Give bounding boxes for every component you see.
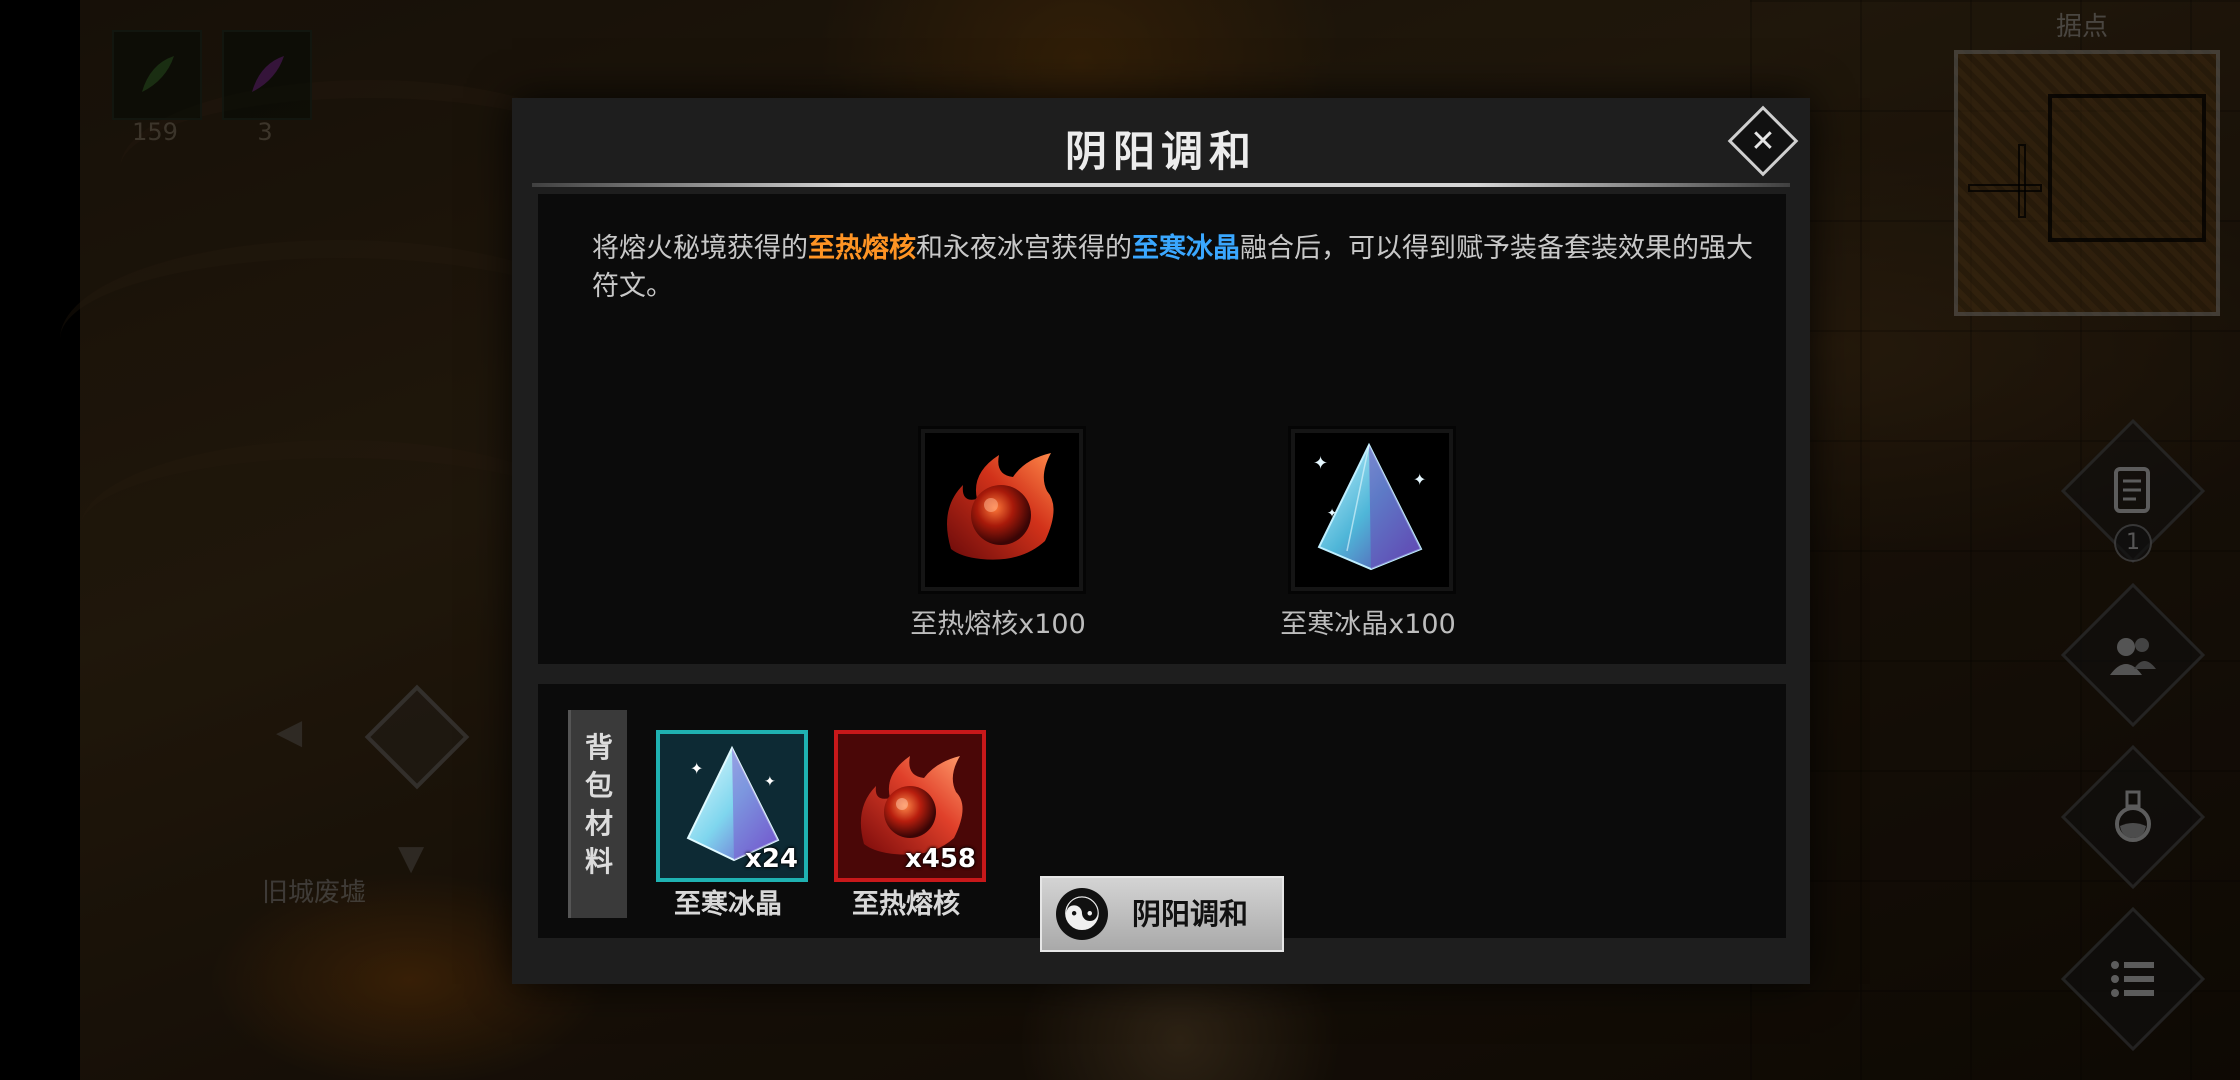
info-panel: 将熔火秘境获得的至热熔核和永夜冰宫获得的至寒冰晶融合后，可以得到赋予装备套装效果…: [538, 194, 1786, 664]
bag-tab-char: 背: [584, 731, 613, 764]
bag-item-ice-crystal[interactable]: ✦ ✦ x24: [656, 730, 808, 882]
description-part-1: 将熔火秘境获得的: [592, 233, 808, 264]
svg-text:✦: ✦: [1413, 470, 1426, 489]
svg-text:✦: ✦: [1313, 453, 1328, 474]
ice-crystal-icon: ✦ ✦ ✦: [1313, 442, 1426, 571]
action-button-label: 阴阳调和: [1132, 897, 1249, 931]
bag-materials-tab[interactable]: 背 包 材 料: [568, 710, 627, 918]
svg-text:✦: ✦: [690, 759, 703, 778]
bag-item-count: x24: [745, 844, 798, 874]
bag-item-name: 至热熔核: [852, 889, 960, 920]
close-icon: ✕: [1750, 123, 1776, 159]
fire-item-highlight: 至热熔核: [808, 233, 916, 264]
yin-yang-dialog: 阴阳调和 ✕ 将熔火秘境获得的至热熔核和永夜冰宫获得的至寒冰晶融合后，可以得到赋…: [512, 98, 1810, 984]
yin-yang-icon: ☯: [1056, 888, 1108, 940]
description-part-2: 和永夜冰宫获得的: [916, 233, 1132, 264]
description-text: 将熔火秘境获得的至热熔核和永夜冰宫获得的至寒冰晶融合后，可以得到赋予装备套装效果…: [592, 230, 1762, 306]
required-fire-core-slot[interactable]: [918, 426, 1086, 594]
bag-item-fire-core[interactable]: x458: [834, 730, 986, 882]
svg-text:✦: ✦: [1327, 506, 1337, 520]
required-ice-crystal-slot[interactable]: ✦ ✦ ✦: [1288, 426, 1456, 594]
required-ice-crystal-label: 至寒冰晶x100: [1280, 609, 1456, 640]
dialog-title: 阴阳调和: [1064, 127, 1257, 176]
required-fire-core-label: 至热熔核x100: [910, 609, 1086, 640]
svg-text:✦: ✦: [764, 774, 776, 790]
bag-tab-char: 材: [584, 807, 613, 840]
ice-item-highlight: 至寒冰晶: [1132, 233, 1240, 264]
title-divider: [532, 183, 1790, 187]
yin-yang-harmonize-button[interactable]: ☯ 阴阳调和: [1040, 876, 1284, 952]
bag-item-count: x458: [904, 844, 976, 874]
bag-item-name: 至寒冰晶: [674, 889, 782, 920]
bag-tab-char: 包: [584, 769, 613, 802]
fire-core-icon: [947, 453, 1054, 560]
bag-tab-char: 料: [584, 845, 613, 878]
